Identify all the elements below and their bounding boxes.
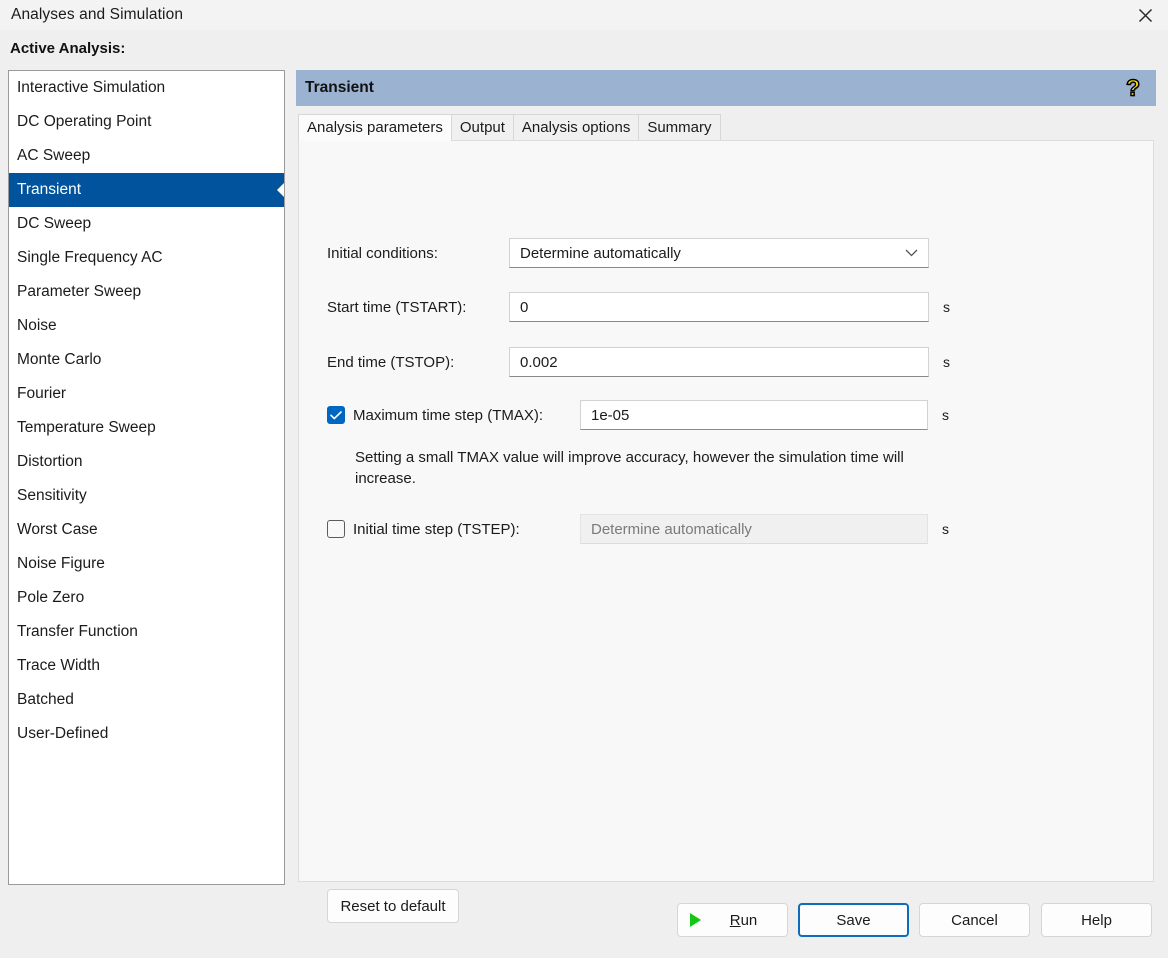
reset-to-default-button[interactable]: Reset to default [327,889,459,923]
start-time-label: Start time (TSTART): [327,298,467,316]
checkmark-icon [330,410,342,420]
play-icon [690,913,701,927]
chevron-down-icon [905,249,918,257]
max-time-step-unit: s [942,407,949,423]
panel-header: Transient ? [296,70,1156,106]
initial-conditions-label: Initial conditions: [327,244,438,262]
list-item-transfer-function[interactable]: Transfer Function [9,615,284,649]
initial-time-step-label: Initial time step (TSTEP): [353,520,520,538]
end-time-unit: s [943,354,950,370]
initial-conditions-row: Initial conditions: Determine automatica… [327,238,929,268]
tab-summary[interactable]: Summary [638,114,721,141]
max-time-step-input[interactable] [580,400,928,430]
list-item-pole-zero[interactable]: Pole Zero [9,581,284,615]
start-time-unit: s [943,299,950,315]
run-label-rest: un [740,911,758,929]
analysis-panel: Transient ? Analysis parameters Output A… [296,70,1156,923]
list-item-distortion[interactable]: Distortion [9,445,284,479]
window-title: Analyses and Simulation [11,6,184,23]
initial-time-step-checkbox[interactable] [327,520,345,538]
tab-analysis-options[interactable]: Analysis options [512,114,640,141]
tab-output[interactable]: Output [450,114,514,141]
list-item-sensitivity[interactable]: Sensitivity [9,479,284,513]
panel-title: Transient [305,79,374,96]
tab-strip: Analysis parameters Output Analysis opti… [298,114,1154,141]
max-time-step-row: Maximum time step (TMAX): s [327,400,949,430]
max-time-step-label: Maximum time step (TMAX): [353,406,544,424]
list-item-user-defined[interactable]: User-Defined [9,717,284,751]
list-item-parameter-sweep[interactable]: Parameter Sweep [9,275,284,309]
close-button[interactable] [1122,0,1168,30]
list-item-interactive-simulation[interactable]: Interactive Simulation [9,71,284,105]
active-analysis-label: Active Analysis: [10,40,126,57]
end-time-label: End time (TSTOP): [327,353,455,371]
list-item-monte-carlo[interactable]: Monte Carlo [9,343,284,377]
cancel-button[interactable]: Cancel [919,903,1030,937]
run-button[interactable]: Run [677,903,788,937]
list-item-noise[interactable]: Noise [9,309,284,343]
initial-conditions-select[interactable]: Determine automatically [509,238,929,268]
tmax-hint-text: Setting a small TMAX value will improve … [355,449,904,487]
initial-conditions-value: Determine automatically [520,244,681,262]
end-time-input[interactable] [509,347,929,377]
close-icon [1138,8,1153,23]
initial-time-step-row: Initial time step (TSTEP): s [327,514,949,544]
save-button[interactable]: Save [798,903,909,937]
tab-analysis-parameters[interactable]: Analysis parameters [298,114,452,141]
run-accel-letter: R [729,911,741,929]
max-time-step-checkbox[interactable] [327,406,345,424]
tab-content-analysis-parameters: Initial conditions: Determine automatica… [298,140,1154,923]
start-time-row: Start time (TSTART): s [327,292,950,322]
list-item-single-frequency-ac[interactable]: Single Frequency AC [9,241,284,275]
start-time-input[interactable] [509,292,929,322]
list-item-noise-figure[interactable]: Noise Figure [9,547,284,581]
list-item-dc-sweep[interactable]: DC Sweep [9,207,284,241]
analysis-list[interactable]: Interactive Simulation DC Operating Poin… [8,70,285,885]
initial-time-step-input[interactable] [580,514,928,544]
list-item-ac-sweep[interactable]: AC Sweep [9,139,284,173]
list-item-trace-width[interactable]: Trace Width [9,649,284,683]
title-bar: Analyses and Simulation [0,0,1168,30]
list-item-dc-operating-point[interactable]: DC Operating Point [9,105,284,139]
list-item-transient[interactable]: Transient [9,173,284,207]
list-item-worst-case[interactable]: Worst Case [9,513,284,547]
help-button[interactable]: Help [1041,903,1152,937]
initial-time-step-unit: s [942,521,949,537]
list-item-fourier[interactable]: Fourier [9,377,284,411]
end-time-row: End time (TSTOP): s [327,347,950,377]
list-item-temperature-sweep[interactable]: Temperature Sweep [9,411,284,445]
list-item-batched[interactable]: Batched [9,683,284,717]
question-mark-icon[interactable]: ? [1125,75,1140,99]
